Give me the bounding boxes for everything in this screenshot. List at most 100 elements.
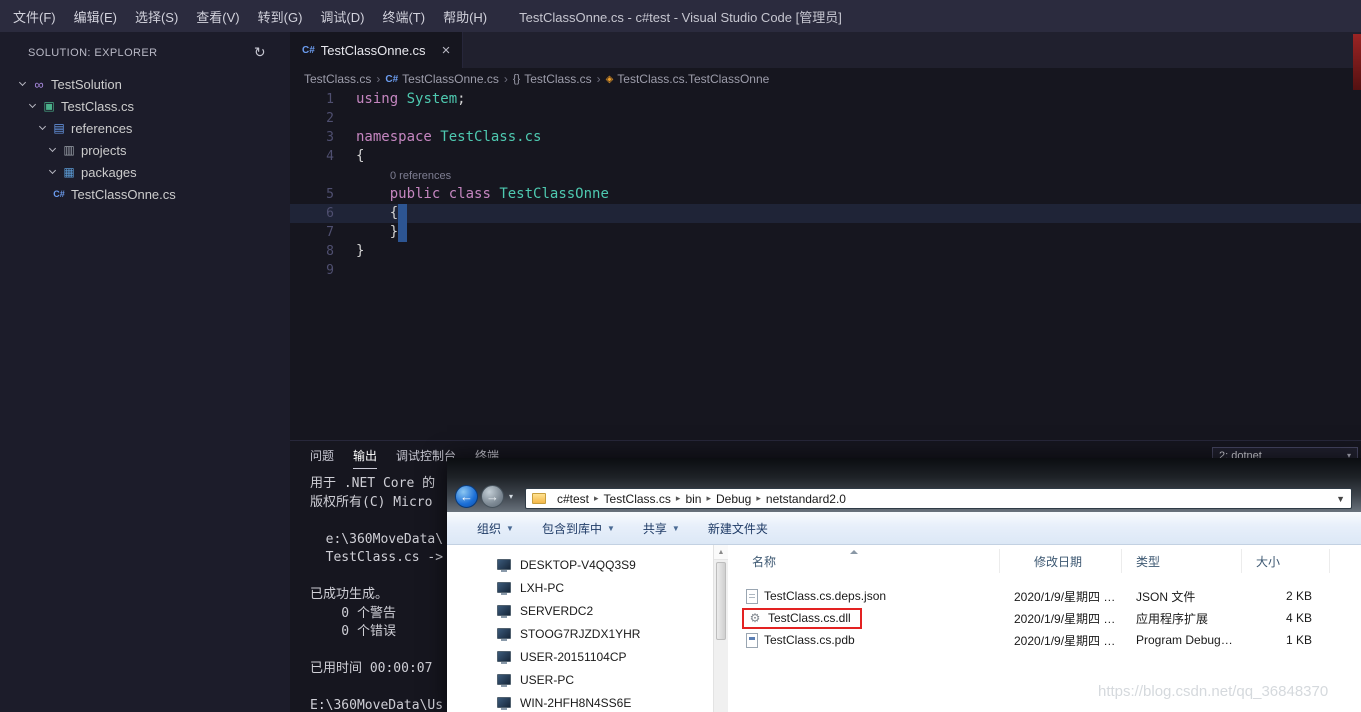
sort-ascending-icon (850, 550, 858, 554)
tab-testclassonne[interactable]: C# TestClassOnne.cs × (290, 32, 464, 68)
address-segment[interactable]: c#test (552, 492, 594, 506)
address-bar[interactable]: c#test ▸ TestClass.cs ▸ bin ▸ Debug ▸ netstandar… (525, 488, 1352, 509)
tree-item[interactable]: C# TestClassOnne.cs (0, 183, 290, 205)
address-segment[interactable]: netstandard2.0 (761, 492, 851, 506)
file-row[interactable]: ⚙ TestClass.cs.dll 2020/1/9/星期四 … 应用程序扩展 4 K… (728, 607, 1361, 629)
code-line[interactable]: 1 using System; (290, 90, 1361, 109)
breadcrumb-item[interactable]: TestClass.cs (304, 72, 371, 86)
toolbar-button[interactable]: 组织 ▼ (477, 520, 514, 537)
toolbar-button[interactable]: 包含到库中 ▼ (542, 520, 615, 537)
menu-item[interactable]: 查看(V) (187, 0, 248, 32)
code-line[interactable]: 9 (290, 261, 1361, 280)
packages-icon: ▦ (63, 165, 75, 179)
tree-item[interactable]: ▣ TestClass.cs (0, 95, 290, 117)
tree-item-label: TestClass.cs (61, 98, 134, 114)
menu-item[interactable]: 调试(D) (311, 0, 373, 32)
panel-tab[interactable]: 问题 (310, 447, 334, 469)
breadcrumb-label: TestClass.cs (304, 72, 372, 86)
nav-item[interactable]: DESKTOP-V4QQ3S9 (447, 553, 713, 576)
nav-item[interactable]: USER-PC (447, 668, 713, 691)
editor-area: C# TestClassOnne.cs × TestClass.cs › C# Tes… (290, 32, 1361, 440)
file-size: 4 KB (1285, 611, 1312, 625)
column-label: 修改日期 (1034, 554, 1083, 569)
file-row[interactable]: TestClass.cs.pdb 2020/1/9/星期四 … Program De… (728, 629, 1361, 651)
caret-down-icon: ▼ (506, 523, 514, 533)
explorer-chrome: ← → ▾ c#test ▸ TestClass.cs ▸ bin ▸ Debug ▸ nets… (447, 458, 1361, 512)
toolbar-button[interactable]: 共享 ▼ (643, 520, 680, 537)
code-token: public (389, 186, 441, 202)
csharp-icon: C# (302, 44, 315, 56)
menu-item[interactable]: 编辑(E) (65, 0, 126, 32)
file-row[interactable]: TestClass.cs.deps.json 2020/1/9/星期四 … JSON… (728, 585, 1361, 607)
tab-label: TestClassOnne.cs (320, 42, 426, 58)
breadcrumb-item[interactable]: ◈ TestClass.cs.TestClassOnne (606, 72, 770, 86)
references-icon: ▤ (53, 121, 65, 135)
code-line[interactable]: 6 { (290, 204, 1361, 223)
chevron-right-icon: › (503, 72, 508, 86)
close-icon[interactable]: × (442, 42, 451, 59)
nav-item[interactable]: WIN-2HFH8N4SS6E (447, 691, 713, 712)
menu-bar: 文件(F) 编辑(E) 选择(S) 查看(V) 转到(G) 调试(D) 终端(T) 帮助(H) (0, 0, 496, 32)
scrollbar-thumb[interactable] (716, 562, 726, 640)
file-icon-json (746, 588, 758, 604)
address-segment[interactable]: bin (680, 492, 706, 506)
file-type: JSON 文件 (1136, 589, 1196, 604)
column-header[interactable]: 类型 (1122, 549, 1242, 573)
code-line[interactable]: 7 } (290, 223, 1361, 242)
tree-item-label: projects (81, 142, 127, 158)
refresh-icon[interactable]: ↻ (254, 44, 266, 61)
column-header[interactable]: 修改日期 (1000, 549, 1122, 573)
file-name-label: TestClass.cs.dll (768, 611, 851, 625)
tree-item-label: TestSolution (51, 76, 122, 92)
code-line[interactable]: 5 public class TestClassOnne (290, 185, 1361, 204)
code-line[interactable]: 3 namespace TestClass.cs (290, 128, 1361, 147)
code-editor[interactable]: 1 using System; 2 3 namespace TestClass.cs 4{… (290, 90, 1361, 440)
menu-item[interactable]: 文件(F) (4, 0, 65, 32)
forward-button[interactable]: → (481, 485, 504, 508)
address-segment[interactable]: TestClass.cs (599, 492, 676, 506)
tree-item[interactable]: ▥ projects (0, 139, 290, 161)
list-rows: TestClass.cs.deps.json 2020/1/9/星期四 … JSON… (728, 585, 1361, 651)
file-date: 2020/1/9/星期四 … (1014, 611, 1116, 626)
scroll-up-icon[interactable]: ▲ (714, 545, 728, 560)
code-line[interactable]: 0 references (290, 166, 1361, 185)
menu-item[interactable]: 选择(S) (126, 0, 187, 32)
back-button[interactable]: ← (455, 485, 478, 508)
tree-item[interactable]: ▦ packages (0, 161, 290, 183)
nav-item[interactable]: LXH-PC (447, 576, 713, 599)
selection-block (398, 204, 408, 223)
breadcrumb-item[interactable]: C# TestClassOnne.cs (385, 72, 499, 86)
scrollbar[interactable]: ▲ (713, 545, 728, 712)
csharp-icon: C# (53, 189, 65, 199)
column-header[interactable]: 名称 (728, 549, 1000, 573)
file-icon-pdb (746, 632, 758, 648)
recent-pages-dropdown-icon[interactable]: ▾ (509, 492, 513, 501)
nav-item-label: SERVERDC2 (520, 603, 594, 618)
panel-tab-active[interactable]: 输出 (353, 447, 378, 469)
code-line[interactable]: 2 (290, 109, 1361, 128)
toolbar-button[interactable]: 新建文件夹 (708, 520, 768, 537)
code-token: { (356, 205, 399, 221)
nav-item[interactable]: STOOG7RJZDX1YHR (447, 622, 713, 645)
tree-item[interactable]: ∞ TestSolution (0, 73, 290, 95)
menu-item[interactable]: 终端(T) (373, 0, 434, 32)
menu-item[interactable]: 转到(G) (249, 0, 312, 32)
chevron-down-icon (44, 166, 60, 175)
toolbar-label: 组织 (477, 521, 502, 536)
menu-item[interactable]: 帮助(H) (434, 0, 496, 32)
nav-item[interactable]: SERVERDC2 (447, 599, 713, 622)
file-date: 2020/1/9/星期四 … (1014, 633, 1116, 648)
column-header[interactable]: 大小 (1242, 549, 1330, 573)
code-token: { (356, 148, 365, 164)
code-line[interactable]: 4{ (290, 147, 1361, 166)
nav-item[interactable]: USER-20151104CP (447, 645, 713, 668)
tree-item[interactable]: ▤ references (0, 117, 290, 139)
chevron-down-icon (14, 78, 30, 87)
code-line[interactable]: 8} (290, 242, 1361, 261)
address-dropdown-icon[interactable]: ▼ (1336, 494, 1345, 504)
breadcrumb-item[interactable]: {} TestClass.cs (513, 72, 592, 86)
file-type: 应用程序扩展 (1136, 611, 1209, 626)
address-segment[interactable]: Debug (711, 492, 756, 506)
